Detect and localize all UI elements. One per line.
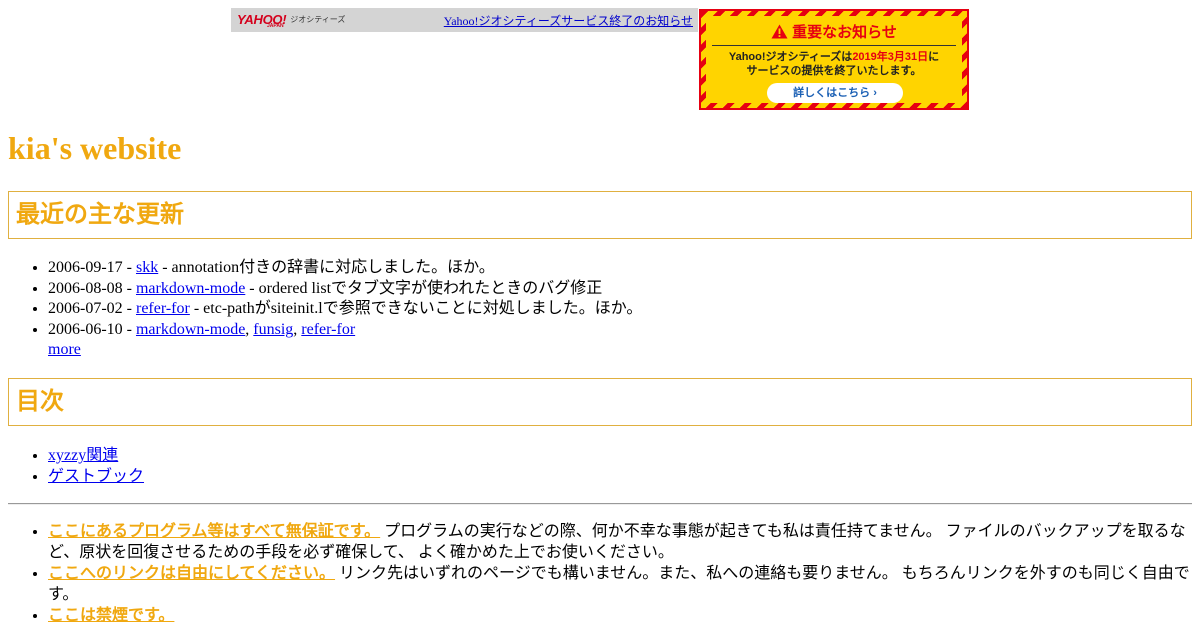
geocities-service-name: ジオシティーズ xyxy=(290,15,346,24)
notice-title: 重要なお知らせ xyxy=(706,21,962,42)
notes-list: ここにあるプログラム等はすべて無保証です。 プログラムの実行などの際、何か不幸な… xyxy=(48,521,1193,626)
toc-list: xyzzy関連 ゲストブック xyxy=(48,445,1188,487)
update-description: - annotation付きの辞書に対応しました。ほか。 xyxy=(158,259,495,276)
note-emphasis: ここは禁煙です。 xyxy=(48,607,175,624)
geocities-end-notice-link[interactable]: Yahoo!ジオシティーズサービス終了のお知らせ xyxy=(444,12,693,29)
update-link-markdown-mode[interactable]: markdown-mode xyxy=(136,280,245,297)
update-description: - ordered listでタブ文字が使われたときのバグ修正 xyxy=(245,279,603,297)
update-link-refer-for[interactable]: refer-for xyxy=(136,300,190,317)
update-link-skk[interactable]: skk xyxy=(136,259,158,276)
recent-updates-heading: 最近の主な更新 xyxy=(8,191,1192,239)
notice-line1-prefix: Yahoo!ジオシティーズは xyxy=(728,51,853,63)
note-item: ここへのリンクは自由にしてください。 リンク先はいずれのページでも構いません。ま… xyxy=(48,563,1193,605)
more-link[interactable]: more xyxy=(48,341,81,358)
update-item: 2006-09-17 - skk - annotation付きの辞書に対応しまし… xyxy=(48,258,1188,279)
toc-item: xyzzy関連 xyxy=(48,445,1188,466)
geocities-header-bar: YAHOO! JAPAN ジオシティーズ Yahoo!ジオシティーズサービス終了のお… xyxy=(231,8,698,32)
notice-details-button[interactable]: 詳しくはこちら › xyxy=(767,83,903,103)
notice-panel: 重要なお知らせ Yahoo!ジオシティーズは2019年3月31日に サービスの提… xyxy=(706,16,962,103)
toc-heading: 目次 xyxy=(8,378,1192,426)
notice-body: Yahoo!ジオシティーズは2019年3月31日に サービスの提供を終了いたしま… xyxy=(706,50,962,78)
update-description: - etc-pathがsiteinit.lで参照できないことに対処しました。ほか… xyxy=(189,300,643,317)
notice-title-text: 重要なお知らせ xyxy=(792,24,897,41)
horizontal-rule xyxy=(8,503,1192,505)
update-item: 2006-07-02 - refer-for - etc-pathがsitein… xyxy=(48,299,1188,320)
update-item: 2006-08-08 - markdown-mode - ordered lis… xyxy=(48,279,1188,300)
notice-end-date: 2019年3月31日 xyxy=(852,51,929,63)
note-emphasis: ここにあるプログラム等はすべて無保証です。 xyxy=(48,523,381,540)
yahoo-japan-logo[interactable]: YAHOO! JAPAN ジオシティーズ xyxy=(237,12,346,29)
toc-item: ゲストブック xyxy=(48,466,1188,487)
more-item: more xyxy=(48,340,1188,361)
update-date: 2006-06-10 - xyxy=(48,320,136,338)
update-link-funsig[interactable]: funsig xyxy=(253,321,293,338)
toc-link-guestbook[interactable]: ゲストブック xyxy=(48,468,144,485)
yahoo-logo-sub: JAPAN xyxy=(267,23,284,29)
update-link-refer-for[interactable]: refer-for xyxy=(301,321,355,338)
update-link-markdown-mode[interactable]: markdown-mode xyxy=(136,321,245,338)
note-item: ここは禁煙です。 xyxy=(48,605,1193,626)
notice-line2: サービスの提供を終了いたします。 xyxy=(746,65,922,77)
update-date: 2006-09-17 - xyxy=(48,259,136,276)
site-title: kia's website xyxy=(8,130,182,166)
note-emphasis: ここへのリンクは自由にしてください。 xyxy=(48,565,336,582)
update-date: 2006-08-08 - xyxy=(48,279,136,297)
update-item: 2006-06-10 - markdown-mode, funsig, refe… xyxy=(48,320,1188,341)
service-end-notice-banner[interactable]: 重要なお知らせ Yahoo!ジオシティーズは2019年3月31日に サービスの提… xyxy=(699,9,969,110)
notice-divider xyxy=(712,45,956,46)
toc-link-xyzzy[interactable]: xyzzy関連 xyxy=(48,447,118,464)
recent-updates-list: 2006-09-17 - skk - annotation付きの辞書に対応しまし… xyxy=(48,258,1188,361)
warning-icon xyxy=(771,24,788,39)
note-item: ここにあるプログラム等はすべて無保証です。 プログラムの実行などの際、何か不幸な… xyxy=(48,521,1193,563)
notice-line1-suffix: に xyxy=(928,51,940,63)
update-date: 2006-07-02 - xyxy=(48,300,136,317)
